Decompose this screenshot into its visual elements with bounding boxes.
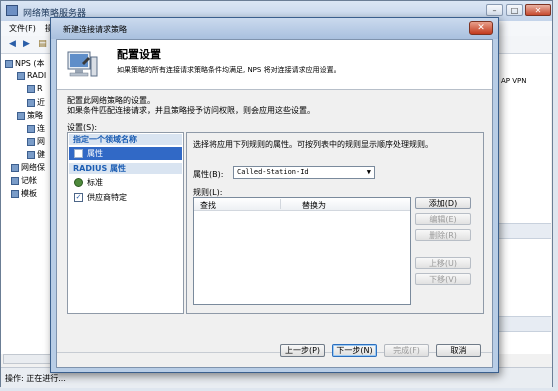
attribute-icon <box>74 149 83 158</box>
folder-icon <box>27 98 35 107</box>
server-icon <box>6 5 18 16</box>
tree-item-radius[interactable]: RADI <box>17 71 46 80</box>
tree-label: 记帐 <box>21 176 37 185</box>
tree-label: 连 <box>37 124 45 133</box>
tree-item-policies[interactable]: 策略 <box>17 110 43 121</box>
tree-item-health[interactable]: 健 <box>27 149 45 160</box>
edit-rule-button[interactable]: 编辑(E) <box>415 213 471 225</box>
tree-item-remote[interactable]: 近 <box>27 97 45 108</box>
chevron-down-icon: ▼ <box>366 168 371 176</box>
checkbox-icon: ✓ <box>74 193 83 202</box>
add-rule-button[interactable]: 添加(D) <box>415 197 471 209</box>
settings-item-vendor-specific[interactable]: ✓ 供应商特定 <box>69 191 182 204</box>
cancel-button[interactable]: 取消 <box>436 344 481 357</box>
next-button[interactable]: 下一步(N) <box>332 344 377 357</box>
move-down-button[interactable]: 下移(V) <box>415 273 471 285</box>
close-button[interactable]: ✕ <box>525 4 551 16</box>
column-header-find[interactable]: 查找 <box>200 200 216 211</box>
tree-item-templates[interactable]: 模板 <box>11 188 37 199</box>
group-radius-attributes: RADIUS 属性 <box>69 163 182 174</box>
tree-label: RADI <box>27 71 47 80</box>
finish-button[interactable]: 完成(F) <box>384 344 429 357</box>
tree-item-radius-client[interactable]: R <box>27 84 43 93</box>
folder-icon <box>11 189 19 198</box>
tree-item-nap[interactable]: 网络保 <box>11 162 45 173</box>
wizard-header: 配置设置 如果策略的所有连接请求策略条件均满足, NPS 将对连接请求应用设置。 <box>57 40 492 90</box>
dialog-title: 新建连接请求策略 <box>63 25 127 34</box>
back-arrow-icon[interactable]: ◀ <box>7 39 18 50</box>
tree-label: 模板 <box>21 189 37 198</box>
attribute-dropdown[interactable]: Called-Station-Id ▼ <box>233 166 375 179</box>
folder-icon[interactable]: ▤ <box>37 39 48 50</box>
new-connection-request-policy-dialog: 新建连接请求策略 ✕ 配置设置 如果策略的所有连接请求策略条件均满足, NPS … <box>50 17 499 373</box>
menu-file[interactable]: 文件(F) <box>9 23 36 34</box>
folder-icon <box>27 150 35 159</box>
delete-rule-button[interactable]: 删除(R) <box>415 229 471 241</box>
rules-table-header: 查找 替换为 <box>194 198 410 211</box>
tree-item-connection[interactable]: 连 <box>27 123 45 134</box>
status-text: 操作: 正在进行... <box>5 374 66 383</box>
folder-icon <box>27 137 35 146</box>
tree-label: 健 <box>37 150 45 159</box>
details-header-band <box>499 316 551 332</box>
attribute-label: 属性(B): <box>193 170 224 179</box>
tree-item-network[interactable]: 网 <box>27 136 45 147</box>
group-realm-name: 指定一个领域名称 <box>69 134 182 145</box>
settings-item-label: 标准 <box>87 178 103 187</box>
forward-arrow-icon[interactable]: ▶ <box>21 39 32 50</box>
computer-icon <box>67 51 98 77</box>
tree-item-accounting[interactable]: 记帐 <box>11 175 37 186</box>
folder-icon <box>27 124 35 133</box>
settings-item-standard[interactable]: 标准 <box>69 176 182 189</box>
rules-table[interactable]: 查找 替换为 <box>193 197 411 305</box>
tree-label: 网络保 <box>21 163 45 172</box>
column-divider[interactable] <box>280 199 281 209</box>
console-details-pane <box>499 54 551 354</box>
folder-icon <box>17 71 25 80</box>
previous-button[interactable]: 上一步(P) <box>280 344 325 357</box>
settings-item-label: 供应商特定 <box>87 193 127 202</box>
intro-text: 如果条件匹配连接请求，并且策略授予访问权限，则会应用这些设置。 <box>67 106 315 115</box>
page-description: 如果策略的所有连接请求策略条件均满足, NPS 将对连接请求应用设置。 <box>117 66 341 74</box>
folder-icon <box>17 111 25 120</box>
tree-label: R <box>37 84 43 93</box>
globe-icon <box>74 178 83 187</box>
tree-item-nps[interactable]: NPS (本 <box>5 58 45 69</box>
tree-scrollbar[interactable] <box>3 354 57 364</box>
dialog-titlebar: 新建连接请求策略 ✕ <box>51 18 498 39</box>
dialog-close-button[interactable]: ✕ <box>469 21 493 35</box>
column-header-replace[interactable]: 替换为 <box>302 200 326 211</box>
settings-item-label: 属性 <box>87 149 103 158</box>
tree-label: 近 <box>37 98 45 107</box>
settings-list: 指定一个领域名称 属性 RADIUS 属性 标准 ✓ 供应商特定 <box>67 132 184 314</box>
move-up-button[interactable]: 上移(U) <box>415 257 471 269</box>
folder-icon <box>11 163 19 172</box>
folder-icon <box>11 176 19 185</box>
details-column-text: AP VPN <box>501 77 527 85</box>
folder-icon <box>27 84 35 93</box>
settings-item-attribute[interactable]: 属性 <box>69 147 182 160</box>
minimize-button[interactable]: – <box>486 4 503 16</box>
dialog-body: 配置设置 如果策略的所有连接请求策略条件均满足, NPS 将对连接请求应用设置。… <box>56 39 493 368</box>
detail-description: 选择将应用下列规则的属性。可按列表中的规则显示顺序处理规则。 <box>193 140 433 149</box>
maximize-button[interactable]: □ <box>506 4 523 16</box>
server-icon <box>5 59 13 68</box>
settings-detail-pane: 选择将应用下列规则的属性。可按列表中的规则显示顺序处理规则。 属性(B): Ca… <box>186 132 484 314</box>
tree-label: NPS (本 <box>15 59 45 68</box>
details-header-band <box>499 223 551 239</box>
attribute-dropdown-value: Called-Station-Id <box>237 168 309 176</box>
tree-label: 网 <box>37 137 45 146</box>
page-title: 配置设置 <box>117 48 161 61</box>
tree-label: 策略 <box>27 111 43 120</box>
